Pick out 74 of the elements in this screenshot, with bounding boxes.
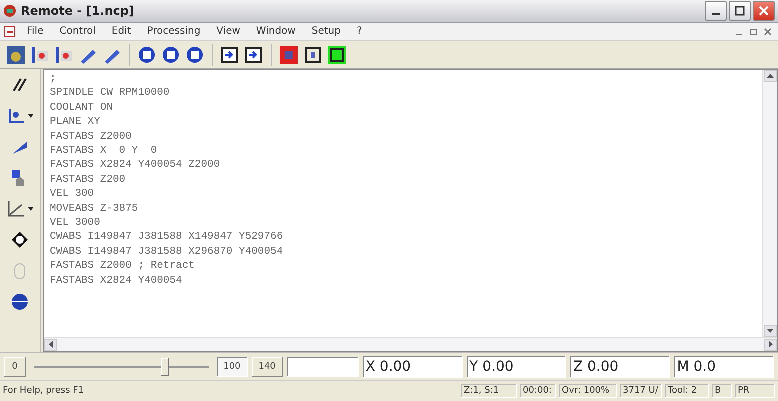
square-icon[interactable] (327, 44, 347, 64)
code-line: FASTABS X 0 Y 0 (50, 144, 158, 158)
cycle-icon[interactable] (161, 44, 181, 64)
maximize-icon (735, 6, 745, 16)
code-editor[interactable] (43, 69, 778, 352)
status-pane: B (712, 384, 732, 398)
status-pane: 3717 U/ (620, 384, 662, 398)
maximize-button[interactable] (729, 1, 751, 21)
menu-item[interactable]: Setup (306, 26, 346, 37)
code-line: MOVEABS Z-3875 (50, 202, 140, 216)
code-line: FASTABS X2824 Y400054 (50, 274, 184, 288)
menu-item[interactable]: Control (54, 26, 101, 37)
preset-button[interactable]: 140 (252, 356, 283, 376)
enter-icon[interactable] (220, 44, 240, 64)
close-icon (759, 6, 769, 16)
up-arrow-icon[interactable] (766, 74, 774, 78)
down-arrow-icon[interactable] (766, 329, 774, 333)
caret-icon[interactable] (28, 114, 34, 118)
slash-icon[interactable] (11, 76, 29, 94)
window-title: Remote - [1.ncp] (21, 4, 136, 18)
code-line: SPINDLE CW RPM10000 (50, 86, 171, 101)
menu-item[interactable]: ? (352, 26, 368, 37)
minimize-button[interactable] (705, 1, 727, 21)
code-line: VEL 300 (50, 187, 96, 202)
graph-icon[interactable] (6, 199, 26, 219)
code-line: CWABS I149847 J381588 X149847 Y529766 (50, 230, 284, 245)
code-line: FASTABS X2824 Y400054 Z2000 (50, 158, 222, 173)
code-line: FASTABS Z2000 ; Retract (50, 259, 196, 274)
restore-icon[interactable] (750, 28, 758, 36)
stop-icon[interactable] (279, 44, 299, 64)
status-pane: Ovr: 100% (559, 384, 617, 398)
position-readout: X 0.00 (362, 356, 463, 378)
right-arrow-icon[interactable] (768, 341, 772, 348)
menu-item[interactable]: Window (251, 26, 301, 37)
enter-icon[interactable] (244, 44, 264, 64)
target-icon[interactable] (11, 231, 29, 249)
cycle-icon[interactable] (185, 44, 205, 64)
status-pane: Z:1, S:1 (461, 384, 517, 398)
app-icon (3, 4, 17, 18)
help-text: For Help, press F1 (3, 386, 86, 396)
menu-item[interactable]: File (22, 26, 49, 37)
left-arrow-icon[interactable] (48, 341, 52, 348)
code-line: ; (50, 72, 58, 86)
position-readout: M 0.0 (674, 356, 774, 378)
position-readout: Z 0.00 (570, 356, 670, 378)
axis-icon[interactable] (6, 106, 26, 126)
close-icon[interactable] (764, 28, 772, 36)
close-button[interactable] (753, 1, 775, 21)
code-line: FASTABS Z2000 (50, 130, 133, 144)
cycle-icon[interactable] (137, 44, 157, 64)
monitor-icon[interactable] (6, 44, 26, 64)
horizontal-scrollbar[interactable] (44, 337, 777, 351)
menu-item[interactable]: Edit (106, 26, 136, 37)
code-line: PLANE XY (50, 115, 102, 130)
vertical-scrollbar[interactable] (762, 70, 777, 337)
status-pane: PR (735, 384, 775, 398)
bracket-icon[interactable] (303, 44, 323, 64)
position-readout: Y 0.00 (466, 356, 566, 378)
input-field[interactable] (286, 356, 359, 376)
globe-icon[interactable] (10, 292, 30, 312)
menu-item[interactable]: View (212, 26, 246, 37)
code-line: FASTABS Z200 (50, 172, 127, 188)
preset-button[interactable]: 100 (216, 356, 248, 376)
code-line: CWABS I149847 J381588 X296870 Y400054 (50, 244, 284, 260)
status-pane: 00:00: (520, 384, 556, 398)
menu-item[interactable]: Processing (142, 26, 206, 37)
document-icon[interactable] (4, 26, 16, 38)
speed-slider[interactable] (34, 356, 209, 376)
status-pane: Tool: 2 (665, 384, 709, 398)
code-line: COOLANT ON (50, 100, 114, 116)
code-line: VEL 3000 (50, 216, 102, 230)
caret-icon[interactable] (28, 207, 34, 211)
slider-thumb[interactable] (160, 358, 169, 376)
zero-button[interactable]: 0 (4, 356, 26, 376)
